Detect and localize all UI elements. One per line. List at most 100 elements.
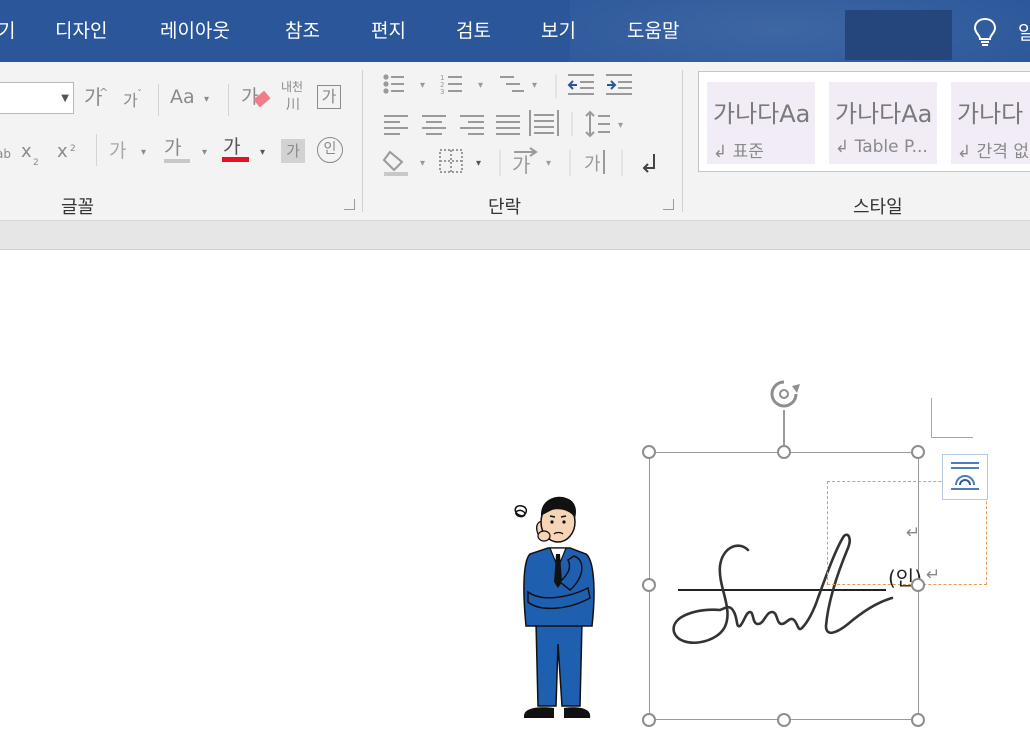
numbering-icon: 123: [440, 74, 462, 96]
menu-bar: 기 디자인 레이아웃 참조 편지 검토 보기 도움말 알: [0, 0, 1030, 62]
text-effects-icon[interactable]: 가: [109, 140, 126, 162]
svg-text:가: 가: [584, 154, 601, 175]
resize-handle-right[interactable]: [911, 578, 925, 592]
superscript-icon[interactable]: x: [57, 141, 68, 163]
superscript-small: 2: [70, 144, 76, 154]
sort-icon: 가: [584, 150, 605, 175]
font-size-combobox[interactable]: ▼: [0, 82, 74, 114]
styles-gallery: 가나다Aa ↲ 표준 가나다Aa ↲ Table P... 가나다 ↲ 간격 없: [698, 71, 1030, 172]
highlight-icon[interactable]: 가: [164, 137, 181, 159]
tab-mailings[interactable]: 편지: [371, 18, 406, 44]
style-name: ↲ 간격 없: [957, 142, 1029, 162]
separator: [158, 84, 159, 116]
tab-insert[interactable]: 기: [0, 18, 15, 44]
resize-handle-left[interactable]: [642, 578, 656, 592]
font-color-bar: [222, 157, 249, 162]
margin-corner-mark: [931, 437, 973, 438]
arrow-down-icon: ˇ: [137, 89, 142, 100]
chevron-down-icon[interactable]: ▾: [202, 148, 207, 158]
tab-layout[interactable]: 레이아웃: [160, 18, 230, 44]
svg-text:▾: ▾: [618, 120, 623, 131]
businessman-illustration[interactable]: [508, 494, 604, 730]
style-no-spacing[interactable]: 가나다 ↲ 간격 없: [951, 82, 1030, 164]
paragraph-mark: ↵: [906, 523, 921, 543]
tab-view[interactable]: 보기: [541, 18, 576, 44]
chevron-down-icon[interactable]: ▾: [260, 148, 265, 158]
strikethrough-icon[interactable]: ab: [0, 143, 11, 165]
group-separator: [682, 70, 683, 212]
style-sample: 가나다Aa: [713, 100, 811, 128]
svg-text:▾: ▾: [478, 80, 483, 91]
layout-options-button[interactable]: [942, 454, 988, 500]
enclose-characters-icon[interactable]: 인: [317, 137, 343, 163]
paragraph-tools: 123 가 가 ▾ ▾ ▾ ▾ ▾ ▾ ▾: [382, 74, 655, 177]
separator: [228, 84, 229, 116]
styles-group-label: 스타일: [853, 197, 903, 218]
tab-references[interactable]: 참조: [285, 18, 320, 44]
style-sample: 가나다: [957, 100, 1024, 128]
justify-icon: [496, 115, 520, 135]
rotate-handle-icon[interactable]: [766, 376, 802, 412]
style-table-paragraph[interactable]: 가나다Aa ↲ Table P...: [829, 82, 937, 164]
arrow-up-icon: ^: [99, 86, 109, 99]
align-left-icon: [384, 115, 408, 135]
chevron-down-icon[interactable]: ▾: [204, 95, 209, 105]
increase-indent-icon: [606, 74, 632, 95]
wrap-text-icon: [951, 462, 979, 490]
svg-text:▾: ▾: [420, 158, 425, 169]
resize-handle-bottom-right[interactable]: [911, 713, 925, 727]
change-case-icon[interactable]: Aa: [170, 86, 195, 108]
align-center-icon: [422, 115, 446, 135]
character-border-icon[interactable]: 가: [317, 85, 341, 109]
resize-handle-bottom[interactable]: [777, 713, 791, 727]
tell-me-search[interactable]: 알: [1018, 18, 1030, 45]
resize-handle-top-right[interactable]: [911, 445, 925, 459]
lightbulb-icon[interactable]: [972, 17, 998, 47]
line-spacing-icon: [585, 110, 610, 138]
resize-handle-top-left[interactable]: [642, 445, 656, 459]
align-right-icon: [460, 115, 484, 135]
show-marks-icon: [642, 154, 655, 173]
svg-text:▾: ▾: [420, 80, 425, 91]
style-name: ↲ 표준: [713, 142, 764, 162]
distributed-icon: [529, 110, 559, 136]
phonetic-guide-icon-bottom: 川: [286, 97, 300, 113]
svg-text:▾: ▾: [476, 158, 481, 169]
shrink-font-icon[interactable]: 가: [123, 90, 138, 112]
margin-corner-mark: [931, 398, 932, 438]
paragraph-group-label: 단락: [488, 197, 522, 218]
paragraph-dialog-launcher-icon[interactable]: [663, 199, 674, 210]
style-name: ↲ Table P...: [835, 137, 928, 157]
phonetic-guide-icon[interactable]: 내천: [281, 80, 303, 94]
resize-handle-top[interactable]: [777, 445, 791, 459]
style-normal[interactable]: 가나다Aa ↲ 표준: [707, 82, 815, 164]
paragraph-mark: ↵: [926, 565, 941, 585]
ruler-strip: [0, 221, 1030, 250]
decrease-indent-icon: [567, 74, 594, 95]
font-group-label: 글꼴: [61, 197, 95, 218]
tab-review[interactable]: 검토: [456, 18, 491, 44]
group-separator: [362, 70, 363, 212]
svg-text:▾: ▾: [546, 158, 551, 169]
font-dialog-launcher-icon[interactable]: [344, 199, 355, 210]
shading-icon: [382, 150, 408, 176]
style-sample: 가나다Aa: [835, 100, 933, 128]
svg-text:가: 가: [512, 153, 530, 177]
chevron-down-icon[interactable]: ▼: [61, 93, 69, 104]
subscript-icon[interactable]: x: [21, 141, 32, 163]
bullets-icon: [383, 74, 404, 94]
character-shading-icon[interactable]: 가: [281, 139, 305, 163]
font-color-icon[interactable]: 가: [223, 136, 240, 158]
tab-design[interactable]: 디자인: [55, 18, 107, 44]
separator: [96, 134, 97, 166]
resize-handle-bottom-left[interactable]: [642, 713, 656, 727]
text-direction-icon: 가: [512, 147, 538, 177]
account-area[interactable]: [845, 10, 952, 60]
borders-icon: [439, 149, 463, 173]
subscript-small: 2: [33, 158, 39, 168]
chevron-down-icon[interactable]: ▾: [141, 148, 146, 158]
tab-help[interactable]: 도움말: [627, 18, 679, 44]
svg-text:▾: ▾: [532, 80, 537, 91]
svg-text:3: 3: [440, 88, 444, 96]
multilevel-list-icon: [500, 76, 524, 92]
